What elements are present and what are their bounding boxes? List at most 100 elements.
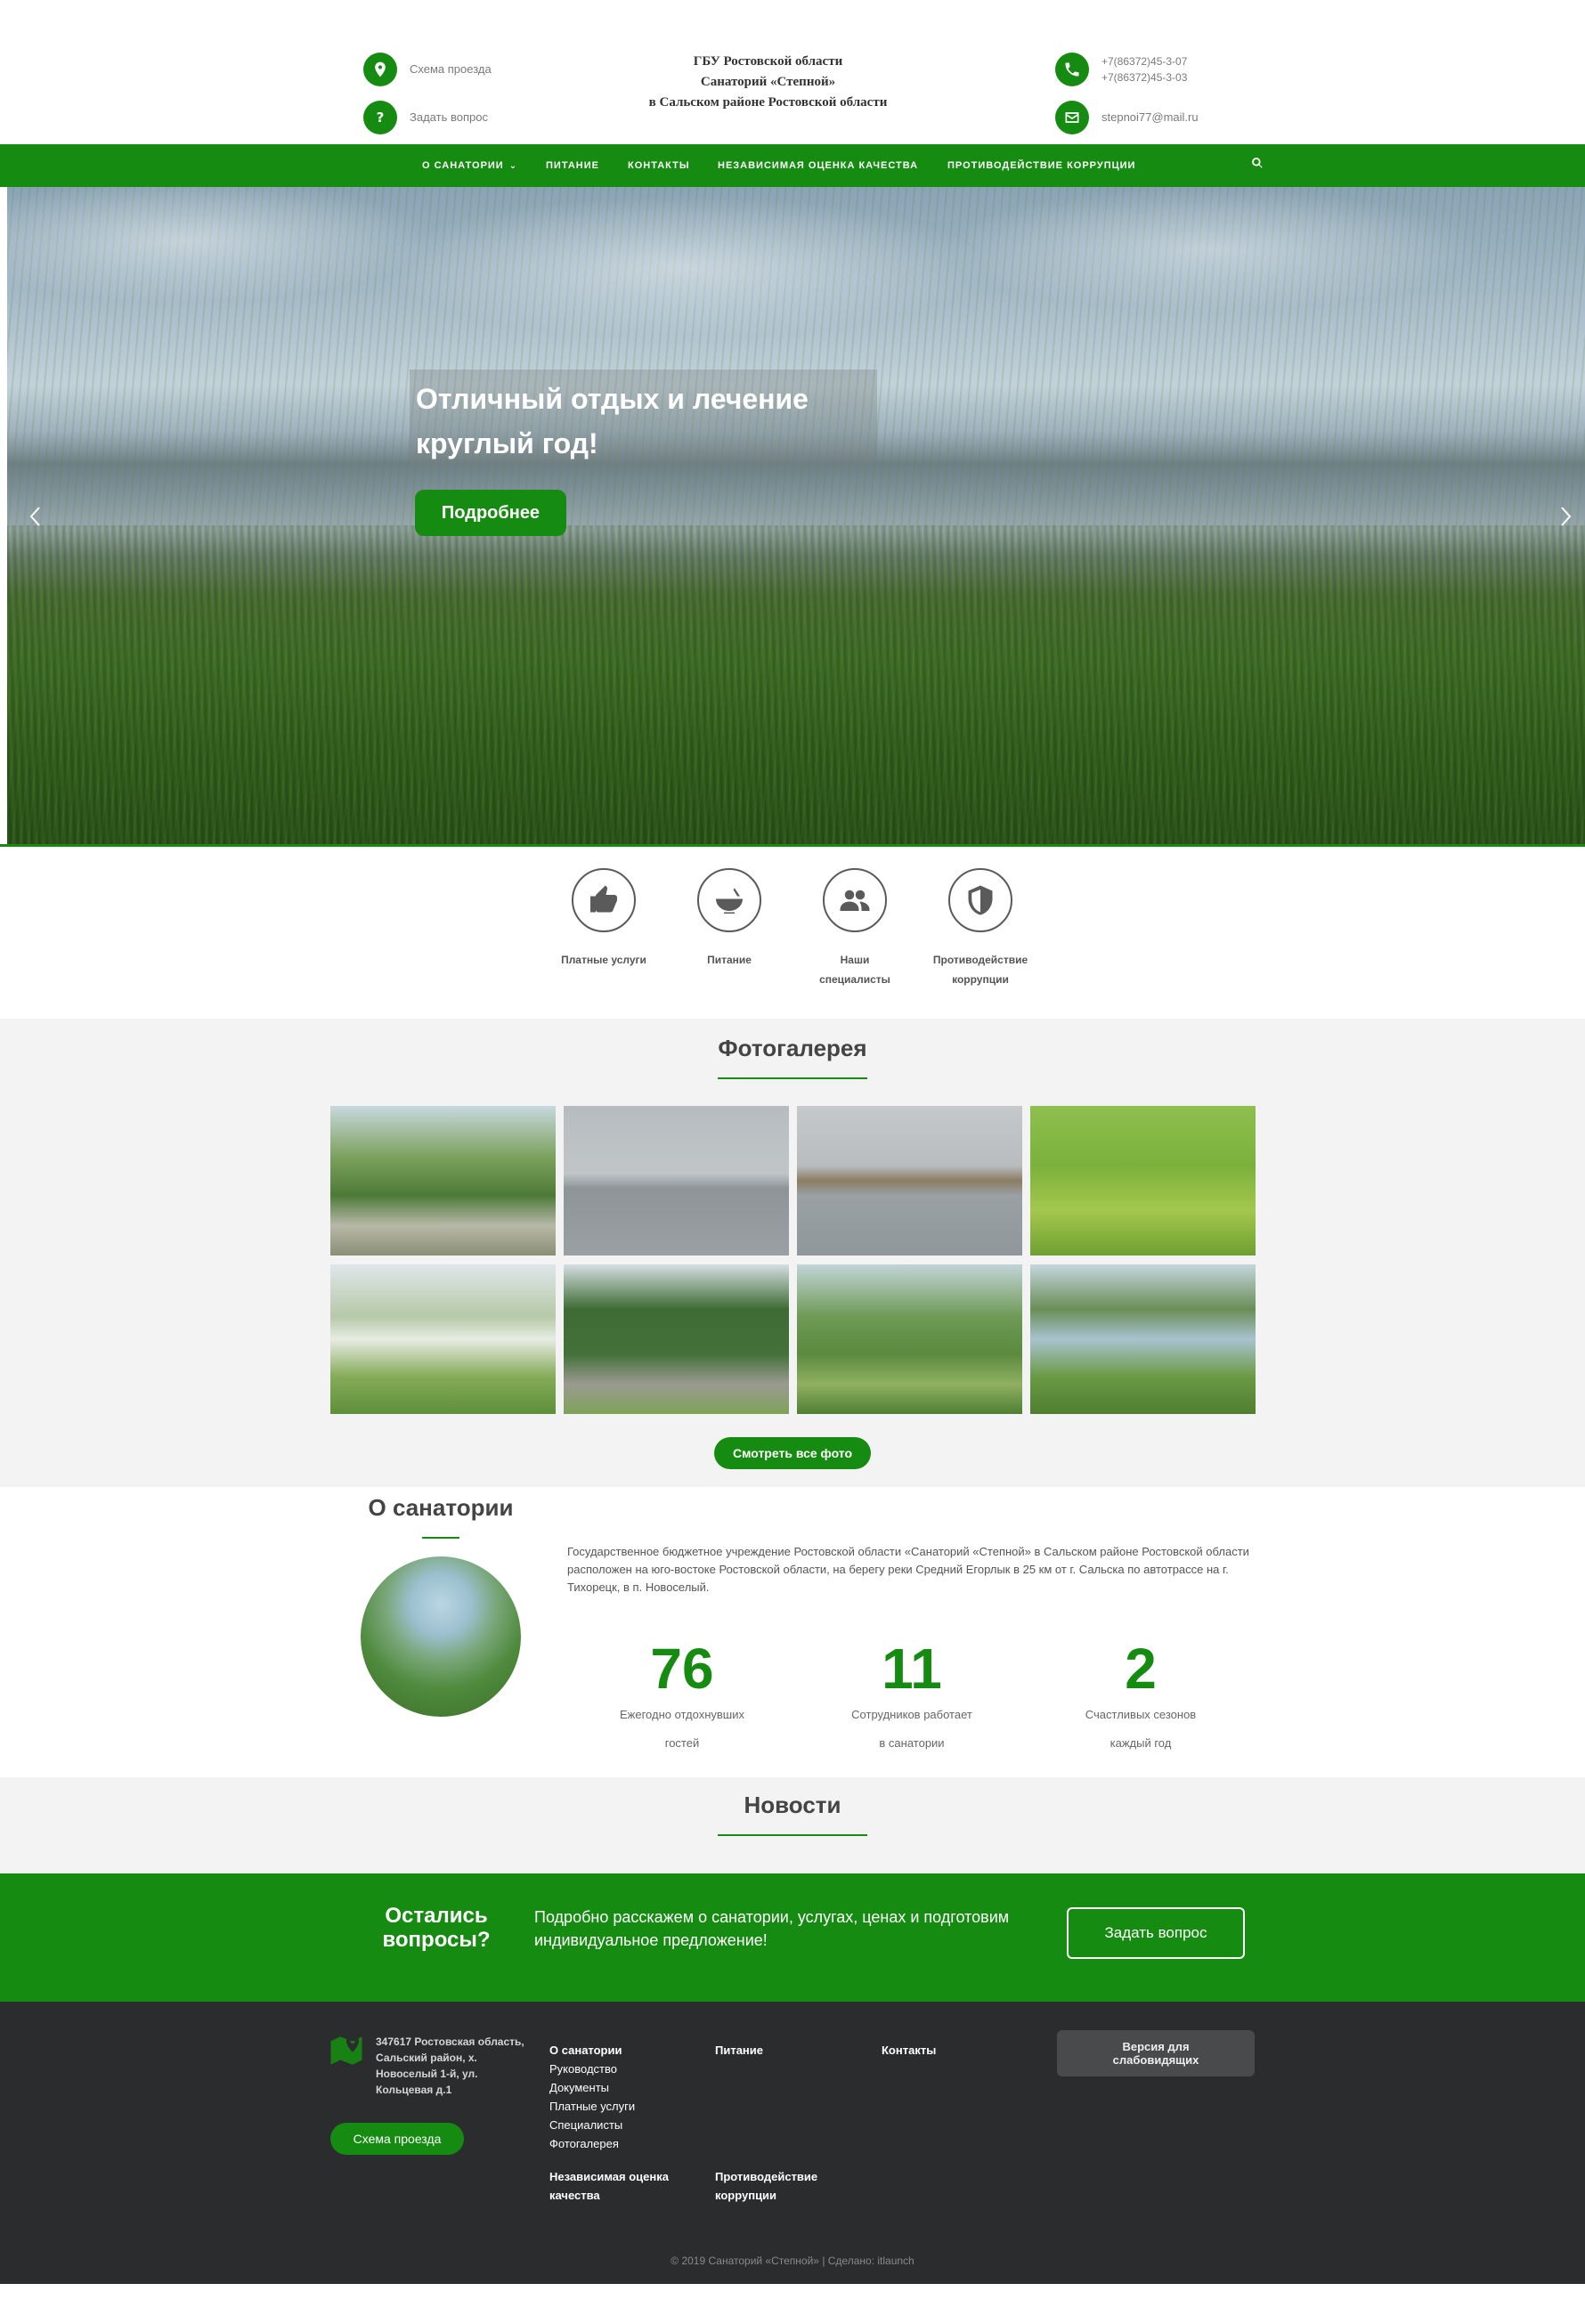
footer-link-line: Независимая оценка <box>549 2170 669 2183</box>
footer-map-button[interactable]: Схема проезда <box>330 2123 464 2155</box>
site-footer: 347617 Ростовская область, Сальский райо… <box>0 2002 1585 2284</box>
nav-item-anticorruption[interactable]: ПРОТИВОДЕЙСТВИЕ КОРРУПЦИИ <box>947 144 1135 187</box>
stat-label-line: в санатории <box>879 1736 945 1750</box>
footer-link-gallery[interactable]: Фотогалерея <box>549 2134 635 2153</box>
gallery-photo[interactable] <box>1030 1264 1256 1414</box>
feature-label-line: Платные услуги <box>561 954 646 966</box>
hero-title: Отличный отдых и лечение круглый год! <box>416 377 861 466</box>
feature-specialists[interactable]: Наши специалисты <box>792 868 917 989</box>
people-icon <box>823 868 887 932</box>
feature-paid-services[interactable]: Платные услуги <box>541 868 666 970</box>
main-nav: О САНАТОРИИ ⌄ ПИТАНИЕ КОНТАКТЫ НЕЗАВИСИМ… <box>0 144 1585 187</box>
phone-block[interactable]: +7(86372)45-3-07 +7(86372)45-3-03 <box>1055 53 1187 86</box>
feature-label: Платные услуги <box>541 950 666 970</box>
stat-label-line: Ежегодно отдохнувших <box>619 1708 745 1721</box>
footer-link-about[interactable]: О санатории <box>549 2041 635 2060</box>
about-section: О санатории Государственное бюджетное уч… <box>0 1487 1585 1777</box>
footer-link-line: коррупции <box>715 2189 777 2202</box>
email-block[interactable]: stepnoi77@mail.ru <box>1055 101 1199 134</box>
gallery-photo[interactable] <box>1030 1106 1256 1255</box>
gallery-photo[interactable] <box>797 1106 1022 1255</box>
feature-label: Питание <box>667 950 792 970</box>
gallery-photo[interactable] <box>797 1264 1022 1414</box>
footer-link-management[interactable]: Руководство <box>549 2060 635 2078</box>
nav-item-food[interactable]: ПИТАНИЕ <box>546 144 599 187</box>
stat-label-line: Счастливых сезонов <box>1085 1708 1197 1721</box>
stat-label-line: Сотрудников работает <box>851 1708 972 1721</box>
ask-link-label: Задать вопрос <box>410 110 488 124</box>
feature-label-line: Противодействие <box>932 954 1028 966</box>
hero-title-line-1: Отличный отдых и лечение <box>416 383 809 415</box>
feature-label-line: коррупции <box>952 973 1009 986</box>
footer-link-food[interactable]: Питание <box>715 2041 763 2060</box>
footer-col-food: Питание <box>715 2041 763 2060</box>
map-link[interactable]: Схема проезда <box>363 53 492 86</box>
footer-col-anticorruption: Противодействие коррупции <box>715 2167 817 2205</box>
cta-heading-line: Остались <box>385 1904 488 1928</box>
about-description: Государственное бюджетное учреждение Рос… <box>567 1545 1249 1594</box>
next-slide-arrow-icon[interactable] <box>1557 503 1574 530</box>
top-header: Схема проезда ? Задать вопрос ГБУ Ростов… <box>0 0 1585 144</box>
org-line-1: ГБУ Ростовской области <box>693 54 843 69</box>
phone-icon <box>1055 53 1089 86</box>
feature-label-line: специалисты <box>819 973 890 986</box>
feature-anticorruption[interactable]: Противодействие коррупции <box>918 868 1043 989</box>
gallery-photo[interactable] <box>564 1106 789 1255</box>
footer-link-contacts[interactable]: Контакты <box>882 2041 936 2060</box>
stat-label: Сотрудников работает в санатории <box>823 1701 1001 1758</box>
news-section: Новости <box>0 1777 1585 1873</box>
ask-question-link[interactable]: ? Задать вопрос <box>363 101 488 134</box>
cta-heading-line: вопросы? <box>382 1928 491 1952</box>
org-line-2: Санаторий «Степной» <box>700 75 836 89</box>
stat-label-line: гостей <box>664 1736 700 1750</box>
footer-link-anticorruption[interactable]: Противодействие коррупции <box>715 2167 817 2205</box>
footer-link-documents[interactable]: Документы <box>549 2078 635 2097</box>
nav-item-about[interactable]: О САНАТОРИИ ⌄ <box>422 144 517 187</box>
photo-gallery-section: Фотогалерея Смотреть все фото <box>0 1019 1585 1487</box>
stat-guests: 76 Ежегодно отдохнувших гостей <box>593 1638 771 1758</box>
copyright: © 2019 Санаторий «Степной» | Сделано: it… <box>671 2255 914 2267</box>
question-icon: ? <box>363 101 397 134</box>
email-link: stepnoi77@mail.ru <box>1101 110 1199 124</box>
feature-label: Наши специалисты <box>792 950 917 989</box>
nav-item-contacts[interactable]: КОНТАКТЫ <box>628 144 690 187</box>
gallery-photo[interactable] <box>330 1106 556 1255</box>
stat-number: 11 <box>882 1637 942 1701</box>
phone-2[interactable]: +7(86372)45-3-03 <box>1101 69 1187 85</box>
nav-item-label: КОНТАКТЫ <box>628 160 690 171</box>
low-vision-version-button[interactable]: Версия для слабовидящих <box>1057 2030 1255 2076</box>
nav-item-label: НЕЗАВИСИМАЯ ОЦЕНКА КАЧЕСТВА <box>718 160 919 171</box>
hero-more-button[interactable]: Подробнее <box>415 490 566 536</box>
nav-item-label: ПИТАНИЕ <box>546 160 599 171</box>
footer-link-specialists[interactable]: Специалисты <box>549 2116 635 2134</box>
chevron-down-icon: ⌄ <box>508 160 518 171</box>
about-title-underline <box>422 1537 459 1539</box>
nav-item-label: ПРОТИВОДЕЙСТВИЕ КОРРУПЦИИ <box>947 160 1136 171</box>
cta-heading: Остались вопросы? <box>370 1904 503 1952</box>
footer-col-contacts: Контакты <box>882 2041 936 2060</box>
view-all-photos-button[interactable]: Смотреть все фото <box>714 1437 871 1469</box>
feature-food[interactable]: Питание <box>667 868 792 970</box>
footer-link-paid-services[interactable]: Платные услуги <box>549 2097 635 2116</box>
footer-link-line: Противодействие <box>715 2170 818 2183</box>
gallery-photo[interactable] <box>564 1264 789 1414</box>
feature-label-line: Питание <box>707 954 752 966</box>
phone-1[interactable]: +7(86372)45-3-07 <box>1101 53 1187 69</box>
search-icon[interactable] <box>1251 157 1269 175</box>
hero-slider: Отличный отдых и лечение круглый год! По… <box>7 187 1585 846</box>
ask-question-button[interactable]: Задать вопрос <box>1067 1907 1245 1959</box>
stat-label: Ежегодно отдохнувших гостей <box>593 1701 771 1758</box>
prev-slide-arrow-icon[interactable] <box>27 503 45 530</box>
stat-label: Счастливых сезонов каждый год <box>1052 1701 1230 1758</box>
about-title: О санатории <box>368 1494 514 1521</box>
nav-item-quality[interactable]: НЕЗАВИСИМАЯ ОЦЕНКА КАЧЕСТВА <box>718 144 918 187</box>
hero-title-line-2: круглый год! <box>416 427 598 459</box>
feature-label: Противодействие коррупции <box>918 950 1043 989</box>
org-line-3: в Сальском районе Ростовской области <box>648 95 888 110</box>
gallery-photo[interactable] <box>330 1264 556 1414</box>
footer-address: 347617 Ростовская область, Сальский райо… <box>376 2036 524 2096</box>
stat-label-line: каждый год <box>1110 1736 1172 1750</box>
map-link-label: Схема проезда <box>410 62 492 76</box>
footer-link-quality[interactable]: Независимая оценка качества <box>549 2167 669 2205</box>
organization-name: ГБУ Ростовской области Санаторий «Степно… <box>614 52 922 113</box>
